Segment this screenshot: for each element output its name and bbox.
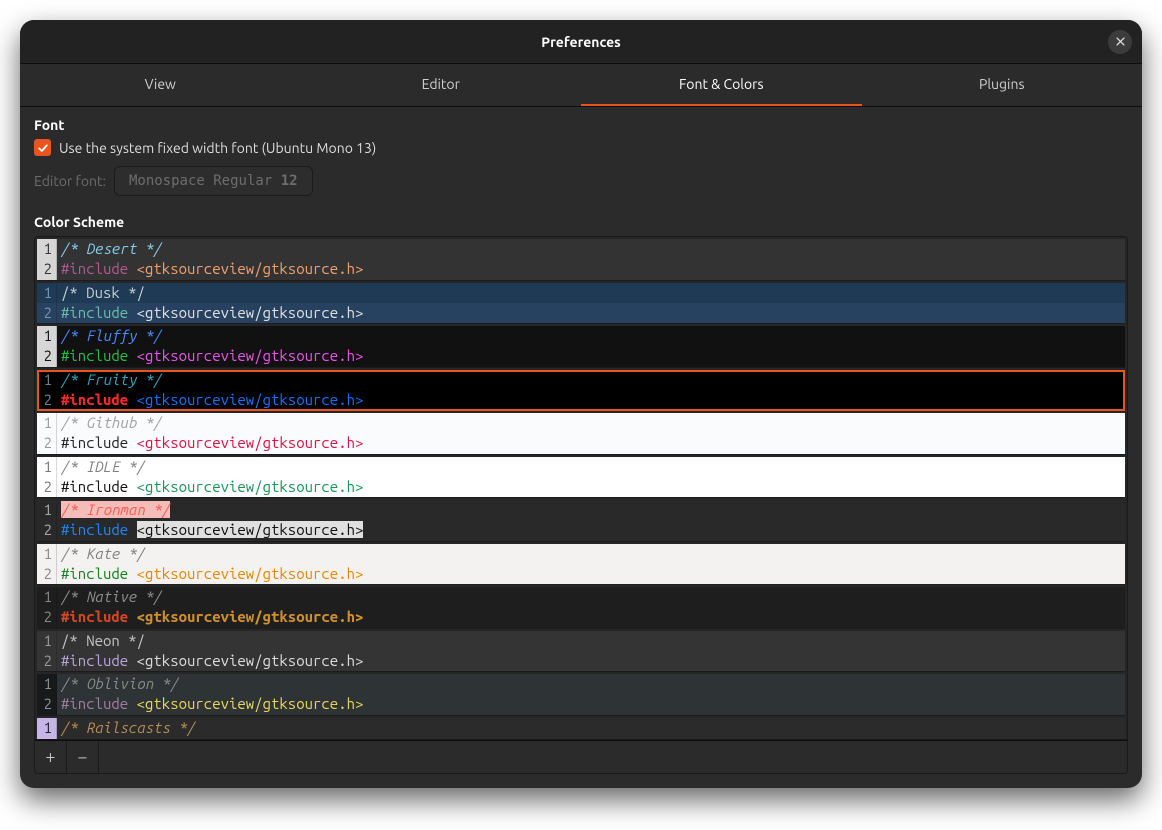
preprocessor: #include bbox=[61, 478, 137, 495]
window-title: Preferences bbox=[541, 34, 621, 50]
line-number: 2 bbox=[37, 390, 57, 410]
preprocessor: #include bbox=[61, 260, 137, 277]
line-number: 1 bbox=[37, 283, 57, 303]
color-scheme-item[interactable]: 1/* Fruity */2#include <gtksourceview/gt… bbox=[37, 370, 1125, 412]
scheme-comment: /* Ironman */ bbox=[61, 501, 170, 518]
line-number: 1 bbox=[37, 718, 57, 738]
titlebar: Preferences bbox=[20, 20, 1142, 64]
scheme-comment: /* Kate */ bbox=[61, 545, 145, 562]
preprocessor: #include bbox=[61, 521, 137, 538]
line-number: 2 bbox=[37, 607, 57, 627]
preprocessor: #include bbox=[61, 391, 137, 408]
include-path: <gtksourceview/gtksource.h> bbox=[137, 478, 364, 495]
include-path: <gtksourceview/gtksource.h> bbox=[137, 565, 364, 582]
preprocessor: #include bbox=[61, 695, 137, 712]
use-system-font-label: Use the system fixed width font (Ubuntu … bbox=[59, 140, 376, 156]
preferences-window: Preferences View Editor Font & Colors Pl… bbox=[20, 20, 1142, 788]
check-icon bbox=[37, 142, 49, 154]
line-number: 2 bbox=[37, 259, 57, 279]
scheme-comment: /* Dusk */ bbox=[61, 284, 145, 301]
preprocessor: #include bbox=[61, 347, 137, 364]
close-icon bbox=[1115, 36, 1126, 47]
preprocessor: #include bbox=[61, 608, 137, 625]
preprocessor: #include bbox=[61, 652, 137, 669]
editor-font-label: Editor font: bbox=[34, 173, 106, 189]
color-scheme-item[interactable]: 1/* Oblivion */2#include <gtksourceview/… bbox=[37, 674, 1125, 716]
color-scheme-item[interactable]: 1/* Dusk */2#include <gtksourceview/gtks… bbox=[37, 283, 1125, 325]
line-number: 2 bbox=[37, 303, 57, 323]
line-number: 2 bbox=[37, 694, 57, 714]
preprocessor: #include bbox=[61, 565, 137, 582]
line-number: 1 bbox=[37, 239, 57, 259]
scheme-comment: /* IDLE */ bbox=[61, 458, 145, 475]
font-section-title: Font bbox=[34, 117, 1128, 133]
scheme-comment: /* Native */ bbox=[61, 588, 162, 605]
preprocessor: #include bbox=[61, 434, 137, 451]
line-number: 1 bbox=[37, 674, 57, 694]
color-scheme-item[interactable]: 1/* IDLE */2#include <gtksourceview/gtks… bbox=[37, 457, 1125, 499]
line-number: 1 bbox=[37, 500, 57, 520]
color-scheme-item[interactable]: 1/* Neon */2#include <gtksourceview/gtks… bbox=[37, 631, 1125, 673]
line-number: 2 bbox=[37, 346, 57, 366]
color-scheme-title: Color Scheme bbox=[34, 214, 1128, 230]
editor-font-button[interactable]: Monospace Regular 12 bbox=[114, 166, 313, 196]
scheme-comment: /* Oblivion */ bbox=[61, 675, 179, 692]
include-path: <gtksourceview/gtksource.h> bbox=[137, 260, 364, 277]
include-path: <gtksourceview/gtksource.h> bbox=[137, 652, 364, 669]
color-scheme-item[interactable]: 1/* Native */2#include <gtksourceview/gt… bbox=[37, 587, 1125, 629]
scheme-comment: /* Neon */ bbox=[61, 632, 145, 649]
include-path: <gtksourceview/gtksource.h> bbox=[137, 695, 364, 712]
line-number: 2 bbox=[37, 520, 57, 540]
include-path: <gtksourceview/gtksource.h> bbox=[137, 391, 364, 408]
color-scheme-item[interactable]: 1/* Desert */2#include <gtksourceview/gt… bbox=[37, 239, 1125, 281]
include-path: <gtksourceview/gtksource.h> bbox=[137, 347, 364, 364]
scheme-comment: /* Desert */ bbox=[61, 240, 162, 257]
line-number: 1 bbox=[37, 587, 57, 607]
color-scheme-list[interactable]: 1/* Desert */2#include <gtksourceview/gt… bbox=[34, 236, 1128, 740]
tabs: View Editor Font & Colors Plugins bbox=[20, 64, 1142, 107]
scheme-comment: /* Railscasts */ bbox=[61, 719, 195, 736]
color-scheme-item[interactable]: 1/* Ironman */2#include <gtksourceview/g… bbox=[37, 500, 1125, 542]
tab-plugins[interactable]: Plugins bbox=[862, 64, 1143, 106]
close-button[interactable] bbox=[1108, 30, 1132, 54]
tab-editor[interactable]: Editor bbox=[301, 64, 582, 106]
editor-font-name: Monospace Regular bbox=[129, 173, 272, 189]
include-path: <gtksourceview/gtksource.h> bbox=[137, 434, 364, 451]
color-scheme-item[interactable]: 1/* Github */2#include <gtksourceview/gt… bbox=[37, 413, 1125, 455]
tab-view[interactable]: View bbox=[20, 64, 301, 106]
include-path: <gtksourceview/gtksource.h> bbox=[137, 521, 364, 538]
scheme-comment: /* Github */ bbox=[61, 414, 162, 431]
use-system-font-checkbox[interactable] bbox=[34, 139, 51, 156]
scheme-comment: /* Fluffy */ bbox=[61, 327, 162, 344]
preprocessor: #include bbox=[61, 304, 137, 321]
line-number: 1 bbox=[37, 631, 57, 651]
color-scheme-item[interactable]: 1/* Railscasts */2#include <gtksourcevie… bbox=[37, 718, 1125, 741]
line-number: 1 bbox=[37, 544, 57, 564]
line-number: 1 bbox=[37, 457, 57, 477]
line-number: 2 bbox=[37, 477, 57, 497]
line-number: 2 bbox=[37, 433, 57, 453]
include-path: <gtksourceview/gtksource.h> bbox=[137, 304, 364, 321]
add-scheme-button[interactable]: + bbox=[35, 741, 67, 773]
line-number: 1 bbox=[37, 413, 57, 433]
color-scheme-item[interactable]: 1/* Fluffy */2#include <gtksourceview/gt… bbox=[37, 326, 1125, 368]
scheme-comment: /* Fruity */ bbox=[61, 371, 162, 388]
line-number: 2 bbox=[37, 564, 57, 584]
editor-font-size: 12 bbox=[281, 173, 298, 189]
line-number: 1 bbox=[37, 326, 57, 346]
include-path: <gtksourceview/gtksource.h> bbox=[137, 608, 364, 625]
scheme-toolbar: + − bbox=[34, 740, 1128, 774]
line-number: 1 bbox=[37, 370, 57, 390]
line-number: 2 bbox=[37, 651, 57, 671]
remove-scheme-button[interactable]: − bbox=[67, 741, 99, 773]
tab-font-colors[interactable]: Font & Colors bbox=[581, 64, 862, 106]
color-scheme-item[interactable]: 1/* Kate */2#include <gtksourceview/gtks… bbox=[37, 544, 1125, 586]
